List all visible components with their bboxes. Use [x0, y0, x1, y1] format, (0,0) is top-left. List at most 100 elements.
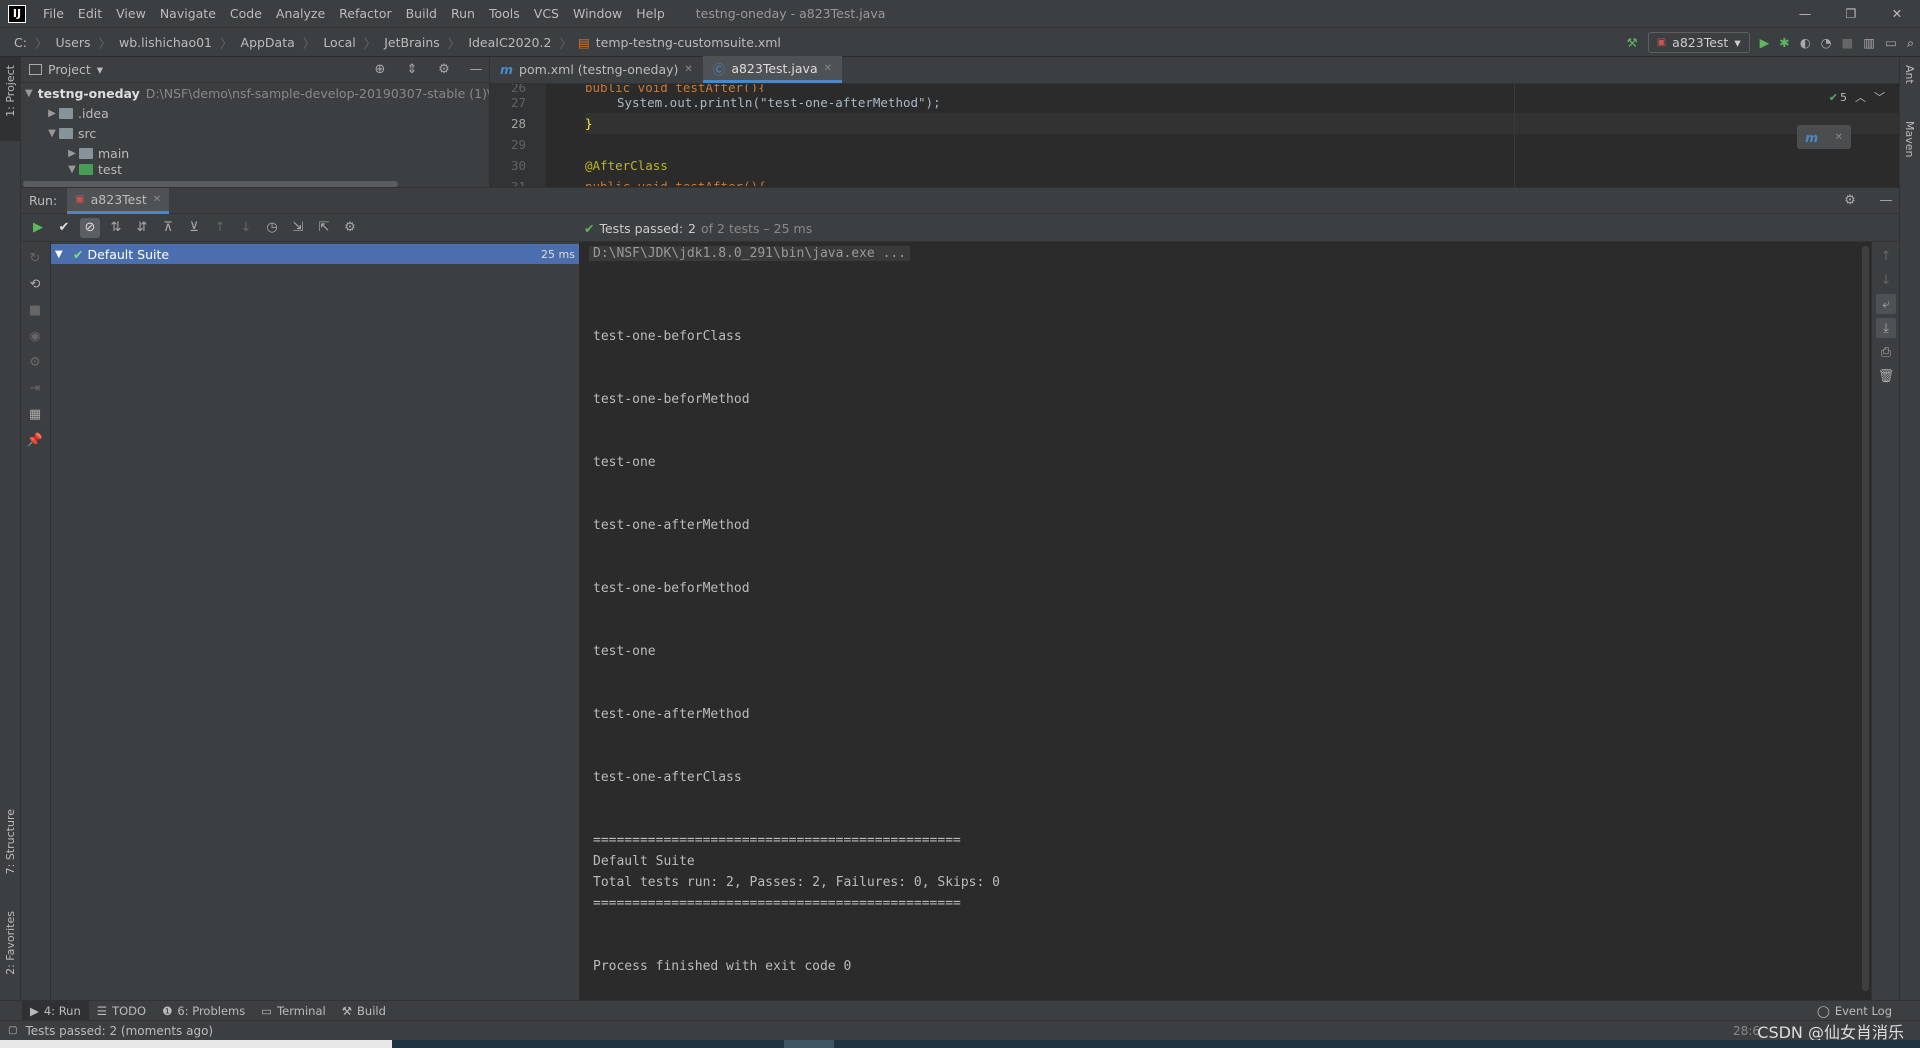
favorites-tool-tab[interactable]: 2: Favorites	[2, 907, 19, 979]
menu-build[interactable]: Build	[399, 0, 444, 28]
sort-alphabetically-icon[interactable]: ⇅	[106, 218, 126, 238]
chevron-right-icon[interactable]: ▶	[45, 108, 59, 119]
hide-icon[interactable]: —	[466, 60, 486, 80]
inspection-ok-icon[interactable]: ✔	[1829, 91, 1838, 104]
down-stack-icon[interactable]: ↓	[1876, 270, 1896, 290]
tab-pom-xml[interactable]: m pom.xml (testng-oneday) ✕	[490, 56, 703, 83]
tab-a823test-java[interactable]: Ⓒ a823Test.java ✕	[702, 56, 843, 83]
close-window-icon[interactable]: ✕	[1874, 0, 1920, 28]
exit-icon[interactable]: ⇥	[25, 378, 45, 398]
menu-edit[interactable]: Edit	[71, 0, 109, 28]
minimize-icon[interactable]: —	[1782, 0, 1828, 28]
breadcrumb-local[interactable]: Local	[321, 35, 357, 50]
toggle-auto-test-icon[interactable]: ⟲	[25, 274, 45, 294]
breadcrumb-users[interactable]: Users	[53, 35, 92, 50]
tab-event-log[interactable]: ◯ Event Log	[1809, 1001, 1900, 1021]
maven-reload-icon[interactable]: m	[1805, 130, 1818, 145]
scroll-to-end-icon[interactable]: ⤓	[1876, 318, 1896, 338]
tab-build[interactable]: ⚒ Build	[334, 1001, 394, 1021]
menu-view[interactable]: View	[109, 0, 153, 28]
breadcrumb-drive[interactable]: C:	[12, 35, 29, 50]
chevron-down-icon[interactable]: ▼	[45, 128, 59, 139]
run-icon[interactable]: ▶	[1760, 35, 1770, 50]
collapse-icon[interactable]: ⇕	[402, 60, 422, 80]
structure-tool-tab[interactable]: 7: Structure	[2, 805, 19, 878]
breadcrumb-jetbrains[interactable]: JetBrains	[382, 35, 442, 50]
previous-failed-icon[interactable]: ↑	[210, 218, 230, 238]
search-everywhere-icon[interactable]: ⌕	[1907, 35, 1914, 51]
tab-run[interactable]: ▶ 4: Run	[22, 1000, 89, 1021]
previous-highlight-icon[interactable]: ︿	[1855, 89, 1866, 105]
console-command-line[interactable]: D:\NSF\JDK\jdk1.8.0_291\bin\java.exe ...	[589, 246, 911, 261]
next-highlight-icon[interactable]: ﹀	[1874, 89, 1885, 105]
tab-todo[interactable]: ☰ TODO	[89, 1001, 154, 1021]
chevron-down-icon[interactable]: ▼	[55, 249, 69, 260]
tree-item-idea[interactable]: ▶ .idea	[21, 103, 489, 123]
tab-run-a823test[interactable]: ▣ a823Test ✕	[67, 187, 170, 214]
dump-threads-icon[interactable]: ◉	[25, 326, 45, 346]
expand-all-icon[interactable]: ⊼	[158, 218, 178, 238]
code-area[interactable]: public void testAfter(){ System.out.prin…	[585, 84, 1899, 187]
maven-reload-popup[interactable]: m ✕	[1797, 125, 1851, 149]
close-icon[interactable]: ✕	[1834, 132, 1842, 143]
soft-wrap-icon[interactable]: ⤶	[1876, 294, 1896, 314]
tab-problems[interactable]: ❶ 6: Problems	[154, 1001, 253, 1021]
tab-terminal[interactable]: ▭ Terminal	[253, 1001, 333, 1021]
profile-icon[interactable]: ◔	[1821, 35, 1832, 50]
tree-item-root[interactable]: ▼ testng-oneday D:\NSF\demo\nsf-sample-d…	[21, 83, 489, 103]
menu-tools[interactable]: Tools	[482, 0, 527, 28]
up-stack-icon[interactable]: ↑	[1876, 246, 1896, 266]
menu-analyze[interactable]: Analyze	[269, 0, 332, 28]
ant-tool-tab[interactable]: Ant	[1903, 65, 1916, 84]
debug-icon[interactable]: ✱	[1779, 35, 1789, 50]
chevron-down-icon[interactable]: ▼	[65, 164, 79, 175]
menu-vcs[interactable]: VCS	[527, 0, 566, 28]
tree-item-test[interactable]: ▼ test	[21, 163, 489, 176]
restore-icon[interactable]: ❐	[1828, 0, 1874, 28]
restore-layout-icon[interactable]: ⚙	[25, 352, 45, 372]
export-tests-icon[interactable]: ⇱	[314, 218, 334, 238]
clear-all-icon[interactable]: 🗑	[1876, 366, 1896, 386]
coverage-icon[interactable]: ◐	[1800, 35, 1811, 50]
import-tests-icon[interactable]: ⇲	[288, 218, 308, 238]
menu-navigate[interactable]: Navigate	[153, 0, 223, 28]
chevron-right-icon[interactable]: ▶	[65, 148, 79, 159]
pin-icon[interactable]: 📌	[25, 430, 45, 450]
show-passed-icon[interactable]: ✔	[54, 218, 74, 238]
caret-position[interactable]: 28:6	[1733, 1024, 1760, 1038]
next-failed-icon[interactable]: ↓	[236, 218, 256, 238]
menu-help[interactable]: Help	[629, 0, 672, 28]
test-history-icon[interactable]: ◷	[262, 218, 282, 238]
menu-file[interactable]: File	[36, 0, 71, 28]
rerun-icon[interactable]: ▶	[28, 218, 48, 238]
run-configuration-select[interactable]: ▣ a823Test ▾	[1647, 32, 1750, 53]
print-icon[interactable]: ⎙	[1876, 342, 1896, 362]
collapse-all-icon[interactable]: ⊻	[184, 218, 204, 238]
menu-code[interactable]: Code	[223, 0, 269, 28]
tree-item-main[interactable]: ▶ main	[21, 143, 489, 163]
menu-refactor[interactable]: Refactor	[332, 0, 398, 28]
breadcrumb-appdata[interactable]: AppData	[239, 35, 297, 50]
gear-icon[interactable]: ⚙	[434, 60, 454, 80]
status-layout-icon[interactable]: ▢	[8, 1025, 17, 1036]
locate-icon[interactable]: ⊕	[370, 60, 390, 80]
chevron-down-icon[interactable]: ▼	[25, 88, 33, 99]
build-hammer-icon[interactable]: ⚒	[1627, 35, 1638, 50]
sort-by-duration-icon[interactable]: ⇵	[132, 218, 152, 238]
menu-window[interactable]: Window	[566, 0, 629, 28]
rerun-failed-icon[interactable]: ↻	[25, 248, 45, 268]
layout-icon[interactable]: ▦	[25, 404, 45, 424]
chevron-down-icon[interactable]: ▾	[97, 62, 103, 77]
close-icon[interactable]: ✕	[684, 64, 692, 75]
maven-tool-tab[interactable]: Maven	[1903, 121, 1916, 157]
project-tool-tab[interactable]: 1: Project	[2, 61, 19, 121]
console-scrollbar[interactable]	[1862, 246, 1869, 991]
breadcrumb-ideaic[interactable]: IdeaIC2020.2	[466, 35, 553, 50]
hide-icon[interactable]: —	[1876, 191, 1896, 211]
console-output[interactable]: D:\NSF\JDK\jdk1.8.0_291\bin\java.exe ...…	[580, 242, 1871, 1000]
breadcrumb-file[interactable]: temp-testng-customsuite.xml	[594, 35, 783, 50]
project-structure-icon[interactable]: ▥	[1863, 35, 1875, 50]
settings-icon[interactable]: ⚙	[340, 218, 360, 238]
layout-icon[interactable]: ▭	[1885, 35, 1897, 50]
breadcrumb-user[interactable]: wb.lishichao01	[117, 35, 214, 50]
